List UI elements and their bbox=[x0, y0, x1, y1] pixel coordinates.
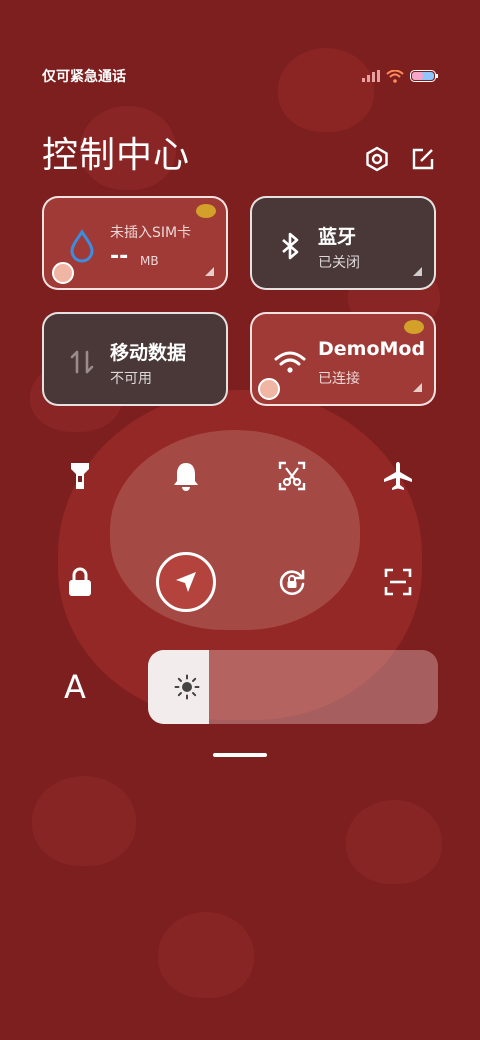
scan-toggle[interactable] bbox=[374, 558, 422, 606]
status-icons bbox=[362, 69, 438, 83]
bluetooth-status: 已关闭 bbox=[318, 255, 360, 271]
lock-icon bbox=[69, 567, 91, 596]
expand-corner-icon bbox=[205, 267, 214, 276]
scan-icon bbox=[384, 568, 412, 596]
bluetooth-icon bbox=[282, 232, 299, 260]
data-arrows-icon bbox=[70, 350, 94, 374]
tile-sticker-eyes bbox=[196, 204, 216, 218]
rotation-lock-toggle[interactable] bbox=[268, 558, 316, 606]
gear-icon bbox=[366, 146, 388, 172]
airplane-mode-toggle[interactable] bbox=[374, 452, 422, 500]
wifi-tile[interactable]: DemoMod 已连接 bbox=[250, 312, 436, 406]
do-not-disturb-toggle[interactable] bbox=[162, 452, 210, 500]
mobile-data-label: 移动数据 bbox=[110, 342, 187, 364]
wallpaper-daruma-small bbox=[32, 776, 136, 866]
data-usage-value: -- bbox=[110, 244, 129, 269]
font-size-button[interactable]: A bbox=[64, 668, 86, 706]
wallpaper-daruma-small bbox=[278, 48, 374, 132]
status-bar: 仅可紧急通话 bbox=[42, 66, 438, 86]
wallpaper-daruma-face bbox=[110, 430, 360, 630]
lock-screen-toggle[interactable] bbox=[56, 558, 104, 606]
flashlight-icon bbox=[71, 463, 89, 489]
data-usage-tile[interactable]: 未插入SIM卡 -- MB bbox=[42, 196, 228, 290]
signal-icon bbox=[362, 70, 380, 82]
settings-button[interactable] bbox=[362, 144, 392, 174]
rotation-lock-icon bbox=[279, 569, 305, 596]
bluetooth-tile[interactable]: 蓝牙 已关闭 bbox=[250, 196, 436, 290]
sun-icon bbox=[174, 674, 200, 700]
mobile-data-tile[interactable]: 移动数据 不可用 bbox=[42, 312, 228, 406]
wifi-icon bbox=[274, 351, 306, 373]
screenshot-scissors-icon bbox=[278, 461, 306, 491]
wifi-icon bbox=[386, 69, 404, 83]
bluetooth-label: 蓝牙 bbox=[318, 226, 357, 248]
mobile-data-status: 不可用 bbox=[110, 371, 152, 387]
wallpaper-daruma-small bbox=[158, 912, 254, 998]
tile-sticker bbox=[52, 262, 74, 284]
bell-icon bbox=[174, 463, 198, 491]
wifi-network-name: DemoMod bbox=[318, 338, 426, 360]
screenshot-toggle[interactable] bbox=[268, 452, 316, 500]
home-indicator[interactable] bbox=[213, 753, 267, 757]
water-drop-icon bbox=[70, 229, 94, 263]
battery-icon bbox=[410, 70, 438, 82]
wifi-status: 已连接 bbox=[318, 371, 360, 387]
edit-button[interactable] bbox=[408, 144, 438, 174]
carrier-text: 仅可紧急通话 bbox=[42, 69, 126, 85]
wallpaper-daruma-small bbox=[346, 800, 442, 884]
location-toggle[interactable] bbox=[156, 552, 216, 612]
airplane-icon bbox=[384, 462, 412, 490]
tile-sticker bbox=[258, 378, 280, 400]
flashlight-toggle[interactable] bbox=[56, 452, 104, 500]
tile-sticker-eyes bbox=[404, 320, 424, 334]
sim-status-text: 未插入SIM卡 bbox=[110, 225, 192, 241]
edit-icon bbox=[412, 148, 434, 170]
data-usage-unit: MB bbox=[140, 254, 159, 268]
location-icon bbox=[176, 572, 196, 592]
expand-corner-icon bbox=[413, 267, 422, 276]
brightness-slider[interactable] bbox=[148, 650, 438, 724]
page-title: 控制中心 bbox=[42, 135, 191, 176]
expand-corner-icon bbox=[413, 383, 422, 392]
